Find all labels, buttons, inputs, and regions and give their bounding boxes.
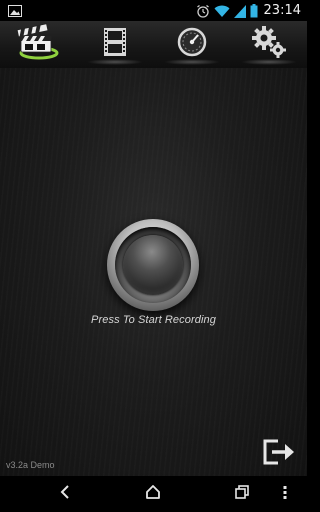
clock-time: 23:14: [263, 3, 301, 18]
version-label: v3.2a Demo: [6, 460, 55, 470]
tab-record[interactable]: [0, 21, 76, 68]
alarm-icon: [196, 4, 210, 18]
exit-icon: [261, 439, 297, 471]
recents-icon: [234, 484, 250, 505]
image-notification-icon: [8, 4, 22, 17]
tab-underglow: [164, 59, 220, 65]
back-button[interactable]: [35, 476, 95, 512]
tab-videos[interactable]: [77, 21, 153, 68]
navigation-bar: [0, 476, 307, 512]
exit-button[interactable]: [261, 437, 297, 467]
back-icon: [58, 484, 72, 505]
main-area: Press To Start Recording v3.2a Demo: [0, 68, 307, 476]
app-screen: 23:14 Press To Start Recording v3.2a Dem…: [0, 0, 307, 512]
home-button[interactable]: [123, 476, 183, 512]
record-button-core: [123, 235, 183, 295]
signal-icon: [233, 4, 246, 18]
battery-icon: [250, 3, 258, 18]
clapperboard-icon: [15, 23, 61, 66]
tab-settings[interactable]: [231, 21, 307, 68]
top-tab-bar: [0, 21, 307, 69]
tab-underglow: [241, 59, 297, 65]
status-bar: 23:14: [0, 0, 307, 21]
gauge-icon: [177, 27, 207, 62]
wifi-icon: [214, 4, 230, 18]
record-caption: Press To Start Recording: [91, 314, 216, 326]
menu-icon: [282, 484, 288, 505]
home-icon: [145, 484, 161, 505]
menu-button[interactable]: [263, 476, 307, 512]
status-icons: 23:14: [196, 2, 301, 19]
record-button-bezel[interactable]: [107, 219, 199, 311]
tab-speed[interactable]: [154, 21, 230, 68]
tab-underglow: [87, 59, 143, 65]
record-button[interactable]: [107, 219, 199, 311]
film-strip-icon: [101, 27, 129, 62]
